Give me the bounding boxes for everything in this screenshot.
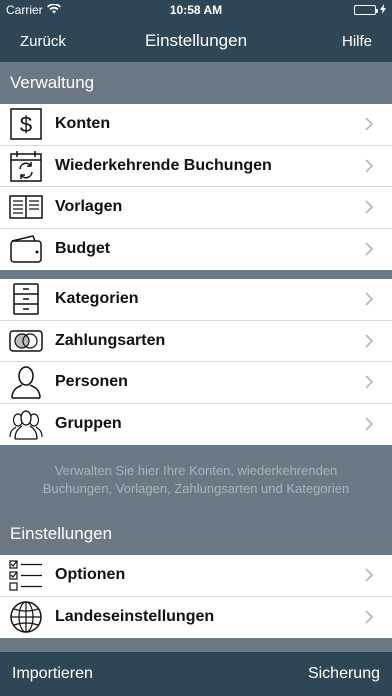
checklist-icon (9, 558, 43, 592)
wifi-icon (46, 3, 61, 17)
einstellungen-group: Optionen Landeseinstellungen (0, 555, 392, 638)
back-button[interactable]: Zurück (20, 33, 66, 50)
row-label: Konten (55, 115, 111, 133)
info-footer-text: Verwalten Sie hier Ihre Konten, wiederke… (42, 463, 350, 496)
chevron-right-icon (364, 375, 374, 389)
help-button[interactable]: Hilfe (342, 33, 372, 50)
row-label: Zahlungsarten (55, 331, 166, 349)
verwaltung-group-2: Kategorien Zahlungsarten Personen Gruppe… (0, 279, 392, 445)
recurring-calendar-icon (9, 149, 43, 183)
row-optionen[interactable]: Optionen (0, 555, 392, 597)
row-vorlagen[interactable]: Vorlagen (0, 187, 392, 229)
wallet-icon (9, 232, 43, 266)
drawer-cabinet-icon (9, 282, 43, 316)
charging-icon (380, 3, 386, 17)
payment-card-icon (9, 324, 43, 358)
row-label: Budget (55, 240, 111, 258)
chevron-right-icon (364, 334, 374, 348)
battery-icon (354, 5, 378, 15)
row-personen[interactable]: Personen (0, 362, 392, 404)
chevron-right-icon (364, 117, 374, 131)
section-header-verwaltung: Verwaltung (0, 62, 392, 104)
chevron-right-icon (364, 292, 374, 306)
row-kategorien[interactable]: Kategorien (0, 279, 392, 321)
row-budget[interactable]: Budget (0, 229, 392, 271)
row-label: Personen (55, 373, 128, 391)
navigation-bar: Zurück Einstellungen Hilfe (0, 20, 392, 62)
status-right (354, 3, 386, 17)
row-konten[interactable]: $ Konten (0, 104, 392, 146)
row-label: Kategorien (55, 290, 139, 308)
chevron-right-icon (364, 159, 374, 173)
globe-icon (9, 600, 43, 634)
row-label: Wiederkehrende Buchungen (55, 156, 272, 174)
chevron-right-icon (364, 242, 374, 256)
row-label: Landeseinstellungen (55, 608, 215, 626)
chevron-right-icon (364, 200, 374, 214)
row-label: Gruppen (55, 415, 122, 433)
dollar-icon: $ (9, 107, 43, 141)
chevron-right-icon (364, 417, 374, 431)
import-button[interactable]: Importieren (12, 665, 93, 683)
group-people-icon (9, 407, 43, 441)
verwaltung-group-1: $ Konten Wiederkehrende Buchungen Vorlag… (0, 104, 392, 270)
chevron-right-icon (364, 610, 374, 624)
svg-text:$: $ (20, 112, 32, 137)
carrier-label: Carrier (6, 3, 43, 17)
person-icon (9, 365, 43, 399)
row-wiederkehrende-buchungen[interactable]: Wiederkehrende Buchungen (0, 146, 392, 187)
row-label: Vorlagen (55, 198, 123, 216)
status-left: Carrier (6, 3, 61, 17)
row-landeseinstellungen[interactable]: Landeseinstellungen (0, 597, 392, 639)
section-header-einstellungen: Einstellungen (0, 513, 392, 555)
status-bar: Carrier 10:58 AM (0, 0, 392, 20)
bottom-toolbar: Importieren Sicherung (0, 652, 392, 696)
row-gruppen[interactable]: Gruppen (0, 404, 392, 446)
chevron-right-icon (364, 568, 374, 582)
template-book-icon (9, 190, 43, 224)
backup-button[interactable]: Sicherung (308, 665, 380, 683)
row-zahlungsarten[interactable]: Zahlungsarten (0, 321, 392, 362)
row-label: Optionen (55, 566, 126, 584)
